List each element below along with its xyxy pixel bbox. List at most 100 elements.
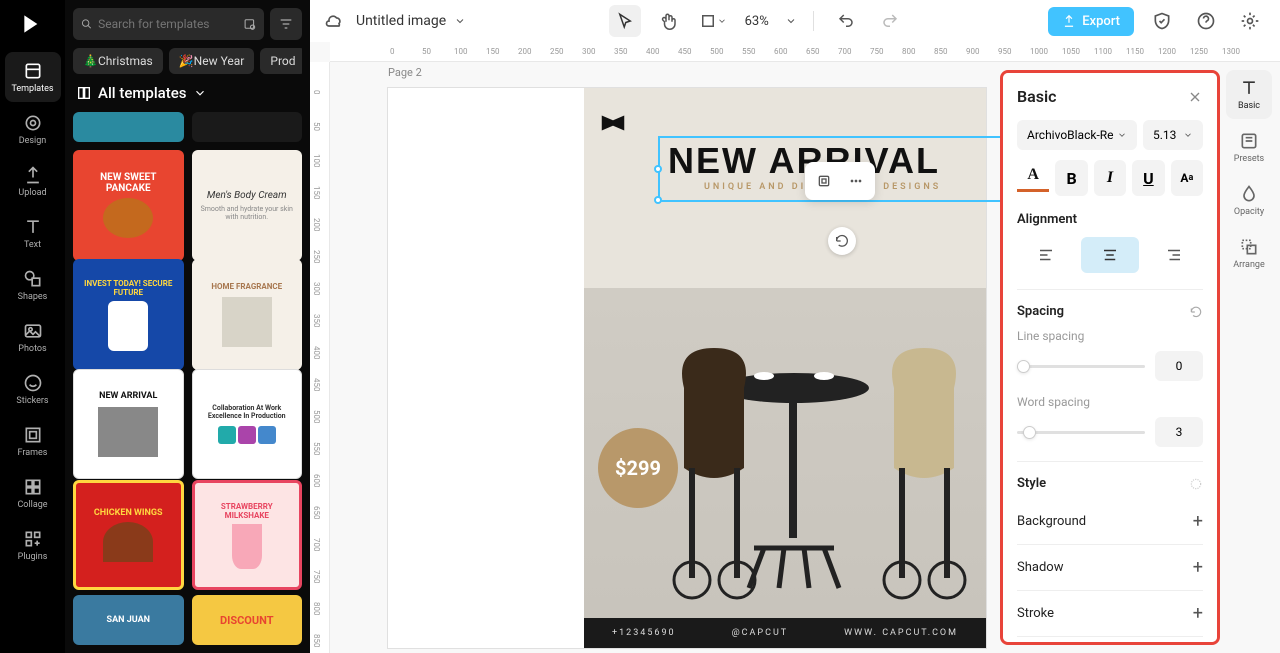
nav-stickers[interactable]: Stickers (5, 364, 61, 414)
background-section[interactable]: Background + (1017, 501, 1203, 542)
template-thumb[interactable]: SAN JUAN (73, 595, 184, 645)
text-case-button[interactable]: Aa (1171, 160, 1203, 196)
template-thumb[interactable]: NEW ARRIVAL (73, 369, 184, 480)
template-thumb[interactable]: Collaboration At Work Excellence In Prod… (192, 369, 303, 480)
cloud-icon[interactable] (324, 11, 344, 31)
nav-photos[interactable]: Photos (5, 312, 61, 362)
stickers-icon (22, 372, 44, 394)
template-thumb[interactable]: CHICKEN WINGS (73, 480, 184, 591)
nav-label: Shapes (18, 292, 48, 302)
tab-opacity[interactable]: Opacity (1226, 176, 1272, 225)
canvas-footer[interactable]: +12345690 @CAPCUT WWW. CAPCUT.COM (584, 618, 986, 648)
template-thumb[interactable]: STRAWBERRY MILKSHAKE (192, 480, 303, 591)
category-header[interactable]: All templates (73, 84, 302, 102)
template-thumb[interactable]: Men's Body CreamSmooth and hydrate your … (192, 150, 303, 261)
template-thumb[interactable] (73, 112, 184, 142)
reset-icon[interactable] (1189, 305, 1203, 319)
template-thumb[interactable]: DISCOUNT (192, 595, 303, 645)
nav-text[interactable]: Text (5, 208, 61, 258)
text-color-button[interactable]: A (1017, 160, 1049, 192)
frames-icon (22, 424, 44, 446)
collage-icon (22, 476, 44, 498)
nav-shapes[interactable]: Shapes (5, 260, 61, 310)
nav-label: Design (19, 136, 47, 146)
template-thumb[interactable]: NEW SWEET PANCAKE (73, 150, 184, 261)
nav-label: Photos (18, 344, 46, 354)
cursor-tool[interactable] (609, 5, 641, 37)
resize-handle-left-2[interactable] (654, 196, 662, 204)
plus-icon: + (1193, 511, 1203, 532)
glow-section[interactable]: Glow + (1017, 639, 1203, 645)
redo-button[interactable] (874, 5, 906, 37)
font-family-select[interactable]: ArchivoBlack-Re (1017, 120, 1137, 150)
font-size-select[interactable]: 5.13 (1143, 120, 1203, 150)
search-box[interactable] (73, 8, 264, 40)
nav-frames[interactable]: Frames (5, 416, 61, 466)
edit-group-button[interactable] (809, 166, 839, 196)
crop-tool[interactable] (697, 5, 729, 37)
plus-icon: + (1193, 557, 1203, 578)
align-center-button[interactable] (1081, 237, 1139, 273)
more-button[interactable] (841, 166, 871, 196)
nav-label: Text (24, 240, 41, 250)
chip-prod[interactable]: Prod (260, 48, 302, 74)
canvas-page[interactable]: NEW ARRIVAL UNIQUE AND DISTINCTIVE DESIG… (388, 88, 986, 648)
document-title[interactable]: Untitled image (356, 13, 466, 29)
tab-presets[interactable]: Presets (1226, 123, 1272, 172)
filter-button[interactable] (270, 8, 302, 40)
nav-plugins[interactable]: Plugins (5, 520, 61, 570)
price-badge[interactable]: $299 (598, 428, 678, 508)
template-thumb[interactable] (192, 112, 303, 142)
word-spacing-value[interactable]: 3 (1155, 417, 1203, 447)
line-spacing-label: Line spacing (1017, 329, 1203, 343)
bold-button[interactable]: B (1055, 160, 1087, 196)
alignment-label: Alignment (1017, 212, 1203, 227)
capcut-logo[interactable] (598, 108, 628, 138)
properties-panel: Basic ArchivoBlack-Re 5.13 A B I U Aa Al… (1000, 70, 1220, 645)
nav-label: Templates (11, 84, 53, 94)
image-search-icon[interactable] (243, 16, 256, 32)
template-thumb[interactable]: HOME FRAGRANCE (192, 259, 303, 370)
shield-button[interactable] (1146, 5, 1178, 37)
help-button[interactable] (1190, 5, 1222, 37)
plugins-icon (22, 528, 44, 550)
nav-collage[interactable]: Collage (5, 468, 61, 518)
settings-button[interactable] (1234, 5, 1266, 37)
align-left-button[interactable] (1017, 237, 1075, 273)
search-input[interactable] (98, 17, 237, 31)
close-panel-button[interactable] (1187, 89, 1203, 105)
floating-toolbar (805, 162, 875, 200)
line-spacing-value[interactable]: 0 (1155, 351, 1203, 381)
export-button[interactable]: Export (1048, 7, 1134, 36)
italic-button[interactable]: I (1094, 160, 1126, 196)
nav-design[interactable]: Design (5, 104, 61, 154)
zoom-level[interactable]: 63% (741, 14, 773, 29)
text-icon (22, 216, 44, 238)
rotate-handle[interactable] (828, 227, 856, 255)
shadow-section[interactable]: Shadow + (1017, 547, 1203, 588)
template-grid: NEW SWEET PANCAKE Men's Body CreamSmooth… (73, 112, 302, 645)
chip-newyear[interactable]: 🎉New Year (169, 48, 255, 74)
nav-label: Frames (18, 448, 48, 458)
spacing-label: Spacing (1017, 304, 1064, 319)
upload-icon (22, 164, 44, 186)
resize-handle-left[interactable] (654, 165, 662, 173)
template-thumb[interactable]: INVEST TODAY! SECURE FUTURE (73, 259, 184, 370)
tab-basic[interactable]: Basic (1226, 70, 1272, 119)
tab-arrange[interactable]: Arrange (1226, 229, 1272, 278)
chip-christmas[interactable]: 🎄Christmas (73, 48, 163, 74)
app-logo[interactable] (17, 8, 49, 40)
line-spacing-slider[interactable] (1017, 365, 1145, 368)
nav-label: Collage (17, 500, 47, 510)
align-right-button[interactable] (1145, 237, 1203, 273)
stroke-section[interactable]: Stroke + (1017, 593, 1203, 634)
underline-button[interactable]: U (1132, 160, 1164, 196)
nav-upload[interactable]: Upload (5, 156, 61, 206)
nav-templates[interactable]: Templates (5, 52, 61, 102)
hand-tool[interactable] (653, 5, 685, 37)
reset-icon[interactable] (1189, 477, 1203, 491)
undo-button[interactable] (830, 5, 862, 37)
word-spacing-slider[interactable] (1017, 431, 1145, 434)
chevron-down-icon[interactable] (785, 15, 797, 27)
chevron-down-icon (1183, 130, 1193, 140)
